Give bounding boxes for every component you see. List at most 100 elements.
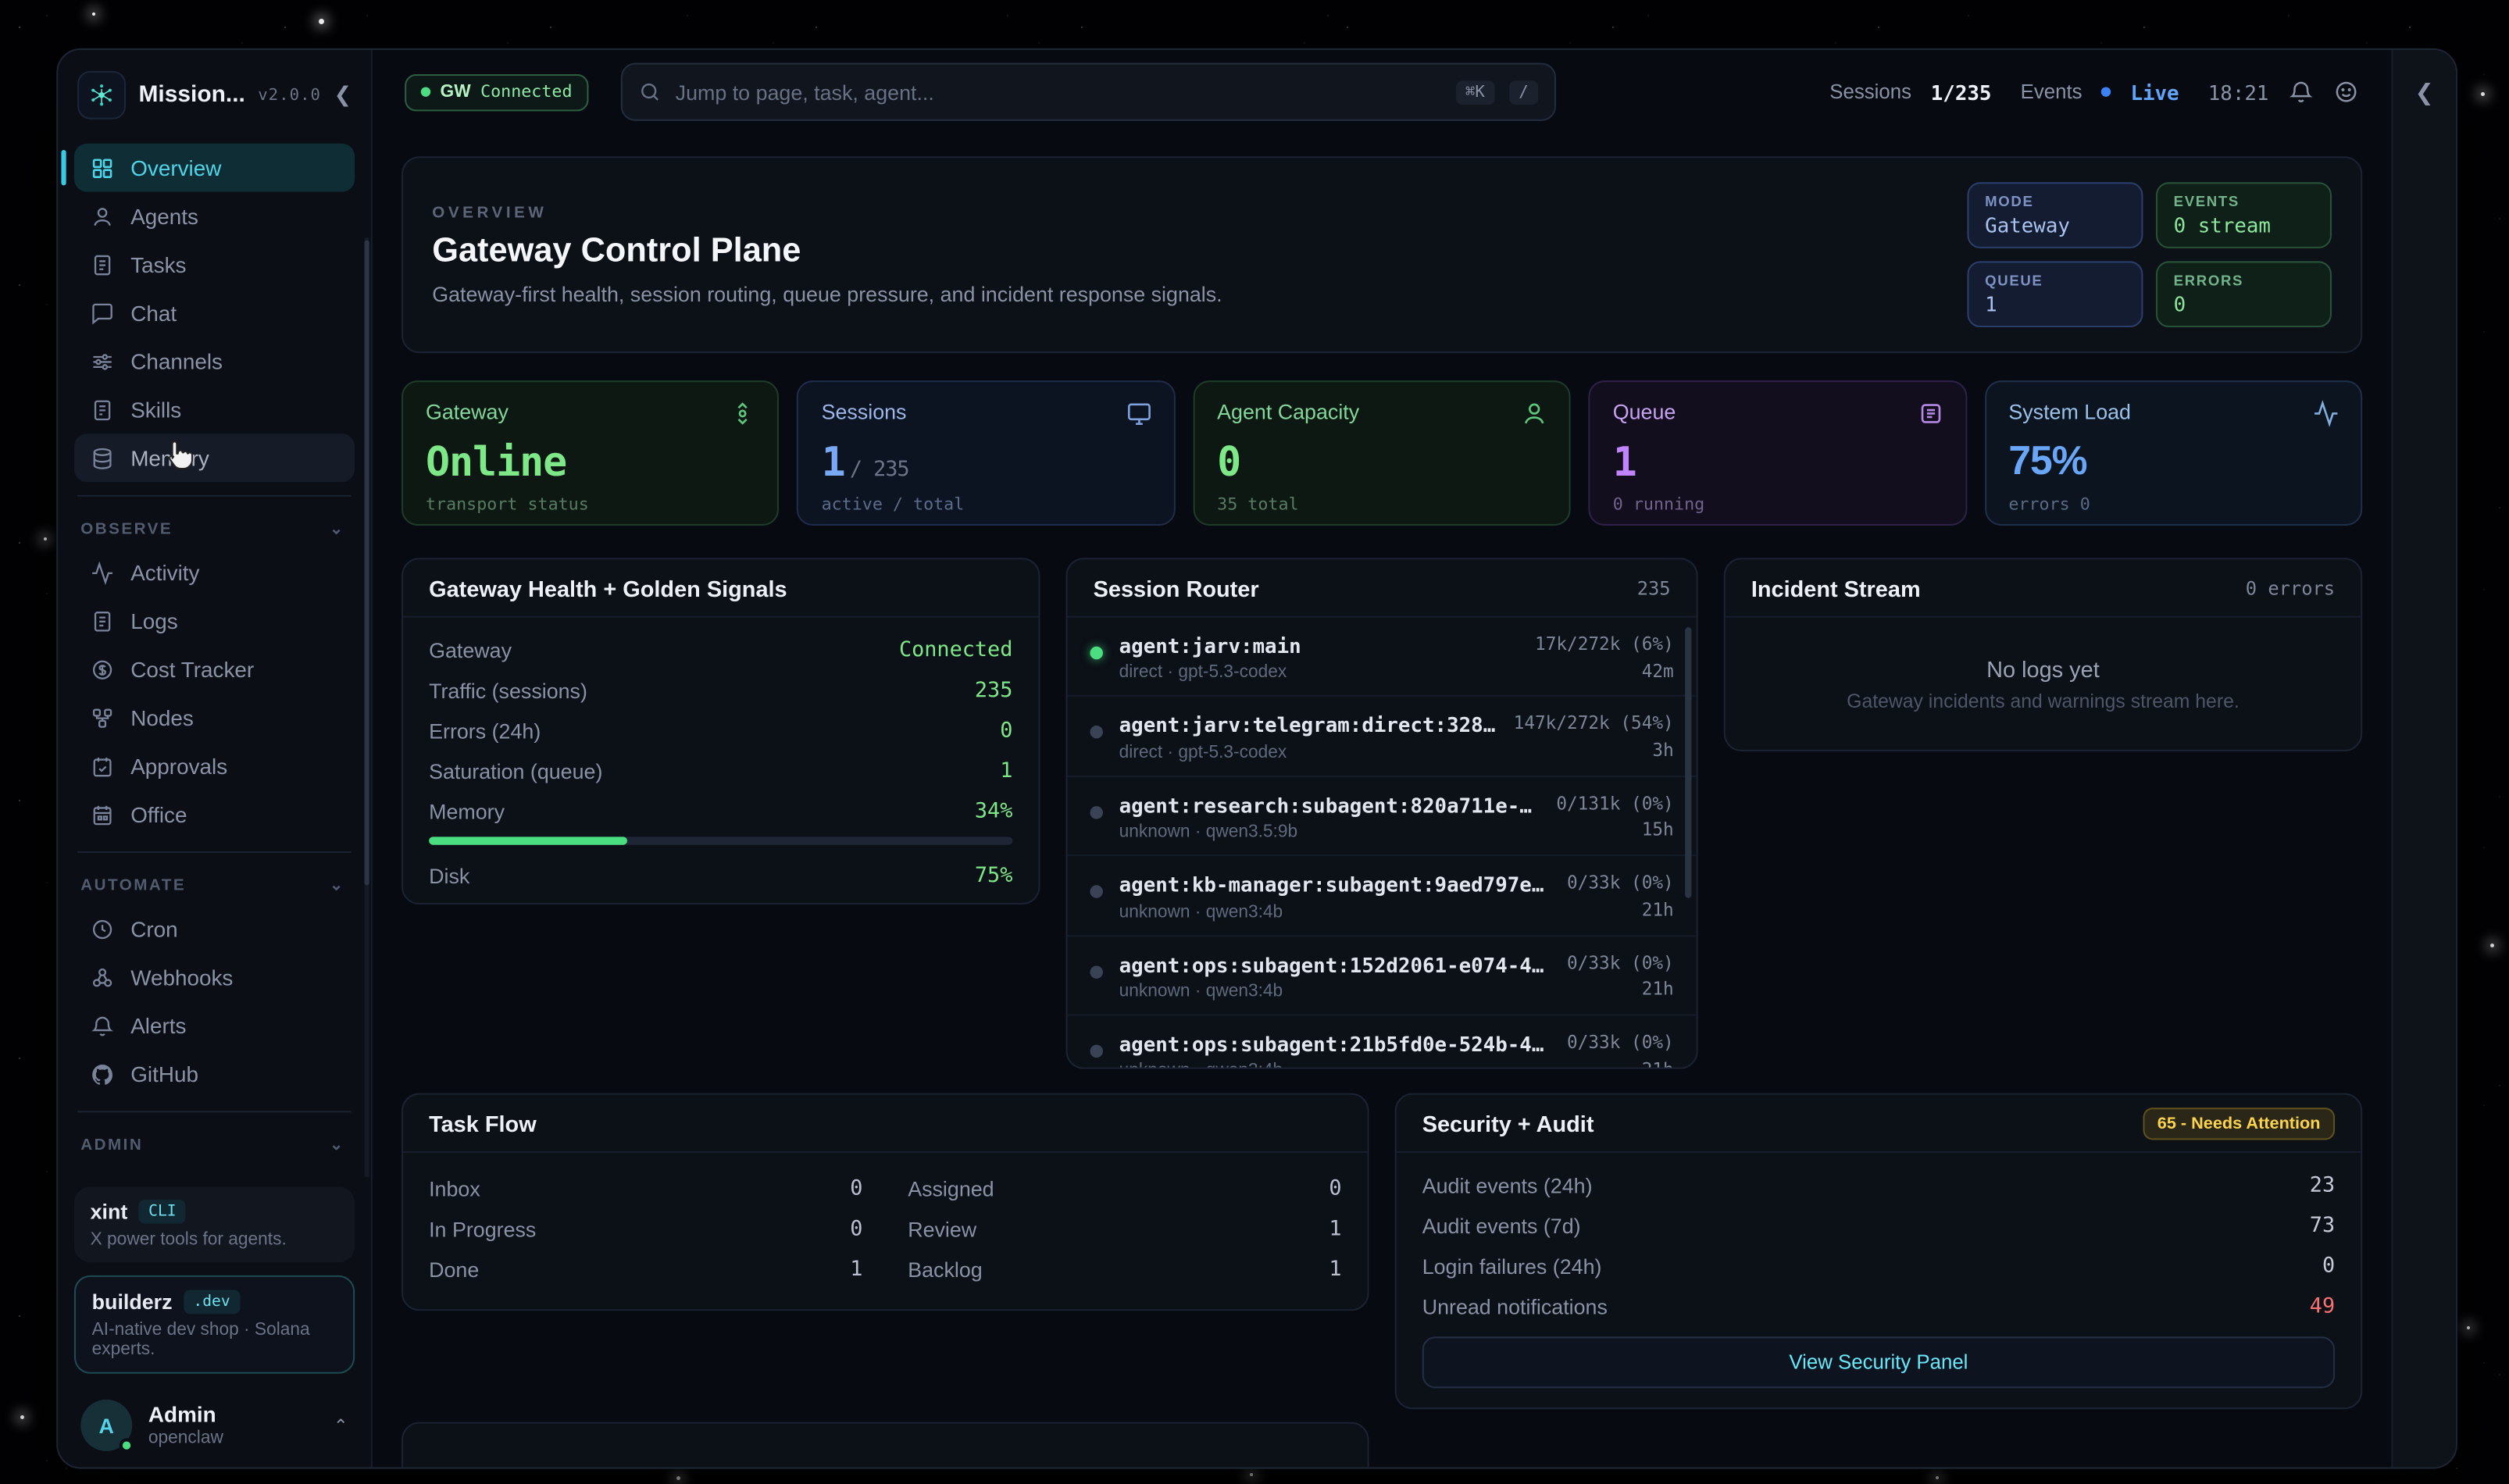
health-row: Traffic (sessions)235 bbox=[429, 671, 1012, 712]
smiley-face-icon[interactable] bbox=[2333, 79, 2359, 105]
chip-mode: MODE Gateway bbox=[1967, 182, 2143, 248]
sidebar-item-overview[interactable]: Overview bbox=[74, 144, 355, 192]
clipped-panel-below-fold bbox=[402, 1422, 1369, 1468]
stat-sub: active / total bbox=[822, 495, 1151, 515]
stat-label: System Load bbox=[2008, 400, 2338, 424]
row-value: 34% bbox=[975, 800, 1012, 824]
sidebar-item-label: Nodes bbox=[130, 705, 194, 730]
live-label: Live bbox=[2130, 80, 2179, 104]
sidebar-item-channels[interactable]: Channels bbox=[74, 337, 355, 385]
user-menu[interactable]: A Admin openclaw ⌃ bbox=[74, 1386, 355, 1451]
sidebar-item-webhooks[interactable]: Webhooks bbox=[74, 953, 355, 1001]
sidebar-item-approvals[interactable]: Approvals bbox=[74, 742, 355, 790]
sidebar-item-tasks[interactable]: Tasks bbox=[74, 241, 355, 289]
global-search[interactable]: ⌘K / bbox=[620, 63, 1555, 121]
section-automate[interactable]: AUTOMATE ⌄ bbox=[58, 866, 370, 905]
stat-value: 75% bbox=[2008, 438, 2338, 485]
session-count: 235 bbox=[1637, 576, 1671, 599]
sidebar-item-memory[interactable]: Memory bbox=[74, 433, 355, 482]
right-rail-collapse-chevron-icon[interactable]: ❮ bbox=[2415, 79, 2434, 1467]
session-status-dot bbox=[1090, 806, 1103, 819]
sidebar-item-nodes[interactable]: Nodes bbox=[74, 694, 355, 742]
dollar-circle-icon bbox=[91, 657, 115, 681]
audit-row: Audit events (24h)23 bbox=[1422, 1165, 2335, 1206]
session-id: agent:ops:subagent:152d2061-e074-41fb-8e… bbox=[1119, 949, 1551, 980]
page-subtitle: Gateway-first health, session routing, q… bbox=[432, 281, 1222, 305]
session-list: agent:jarv:maindirect · gpt-5.3-codex 17… bbox=[1068, 618, 1697, 1069]
audit-label: Audit events (24h) bbox=[1422, 1174, 1593, 1198]
avatar: A bbox=[80, 1400, 132, 1451]
network-logo-icon bbox=[87, 80, 116, 109]
section-observe[interactable]: OBSERVE ⌄ bbox=[58, 509, 370, 548]
sidebar-footer: xint CLI X power tools for agents. build… bbox=[58, 1177, 370, 1468]
session-row[interactable]: agent:ops:subagent:152d2061-e074-41fb-8e… bbox=[1068, 936, 1697, 1015]
divider bbox=[77, 495, 352, 497]
session-usage: 0/33k (0%) bbox=[1567, 949, 1674, 979]
promo-card-builderz[interactable]: builderz .dev AI-native dev shop · Solan… bbox=[74, 1275, 355, 1374]
promo-desc: AI-native dev shop · Solana experts. bbox=[92, 1321, 337, 1360]
panel-title: Task Flow bbox=[429, 1110, 537, 1136]
search-icon bbox=[638, 80, 661, 103]
sidebar-item-github[interactable]: GitHub bbox=[74, 1050, 355, 1098]
page-content: OVERVIEW Gateway Control Plane Gateway-f… bbox=[373, 134, 2392, 1467]
section-admin[interactable]: ADMIN ⌄ bbox=[58, 1125, 370, 1165]
session-row[interactable]: agent:research:subagent:820a711e-db5b-4e… bbox=[1068, 776, 1697, 856]
session-list-scrollbar-thumb[interactable] bbox=[1685, 627, 1691, 898]
sidebar-scrollbar-thumb[interactable] bbox=[365, 241, 369, 886]
session-meta: unknown · qwen3:4b bbox=[1119, 1061, 1551, 1069]
promo-desc: X power tools for agents. bbox=[91, 1230, 339, 1250]
stat-sub: 35 total bbox=[1217, 495, 1547, 515]
chevron-down-icon: ⌄ bbox=[330, 520, 345, 538]
chip-label: ERRORS bbox=[2174, 273, 2314, 289]
main-area: GW Connected ⌘K / Sessions 1/235 Events … bbox=[373, 50, 2392, 1468]
chevron-up-icon: ⌃ bbox=[334, 1414, 348, 1436]
session-row[interactable]: agent:kb-manager:subagent:9aed797e-723f-… bbox=[1068, 856, 1697, 936]
session-usage: 147k/272k (54%) bbox=[1514, 710, 1674, 740]
sidebar-item-activity[interactable]: Activity bbox=[74, 548, 355, 597]
stat-card-queue: Queue 1 0 running bbox=[1589, 380, 1967, 526]
sidebar-item-label: Webhooks bbox=[130, 965, 233, 989]
row-label: Traffic (sessions) bbox=[429, 679, 587, 703]
session-usage: 0/131k (0%) bbox=[1556, 790, 1673, 820]
row-value: 1 bbox=[1000, 759, 1012, 783]
sidebar-item-cron[interactable]: Cron bbox=[74, 904, 355, 953]
sidebar-item-label: GitHub bbox=[130, 1061, 198, 1086]
section-label: AUTOMATE bbox=[80, 876, 186, 894]
promo-name: builderz bbox=[92, 1290, 173, 1314]
search-input[interactable] bbox=[676, 80, 1441, 104]
sidebar-header: Mission... v2.0.0 ❮ bbox=[58, 50, 370, 141]
promo-card-xint[interactable]: xint CLI X power tools for agents. bbox=[74, 1186, 355, 1262]
view-security-panel-button[interactable]: View Security Panel bbox=[1422, 1336, 2335, 1388]
session-row[interactable]: agent:ops:subagent:21b5fd0e-524b-48f0-99… bbox=[1068, 1015, 1697, 1068]
sidebar-item-agents[interactable]: Agents bbox=[74, 192, 355, 241]
kbd-slash: / bbox=[1509, 80, 1538, 104]
session-age: 15h bbox=[1556, 820, 1673, 841]
sidebar-item-cost-tracker[interactable]: Cost Tracker bbox=[74, 645, 355, 694]
notifications-bell-icon[interactable] bbox=[2288, 79, 2314, 105]
calendar-icon bbox=[91, 802, 115, 826]
right-rail: ❮ bbox=[2391, 50, 2456, 1468]
sidebar-collapse-chevron-icon[interactable]: ❮ bbox=[334, 82, 352, 108]
needs-attention-badge: 65 - Needs Attention bbox=[2143, 1107, 2335, 1139]
sidebar-item-skills[interactable]: Skills bbox=[74, 385, 355, 433]
section-label: ADMIN bbox=[80, 1136, 143, 1154]
session-row[interactable]: agent:jarv:telegram:direct:328940762dire… bbox=[1068, 697, 1697, 777]
sidebar-item-label: Logs bbox=[130, 608, 177, 633]
sidebar-item-security[interactable]: Security bbox=[74, 1164, 355, 1177]
sidebar-item-logs[interactable]: Logs bbox=[74, 597, 355, 645]
memory-progress-fill bbox=[429, 837, 627, 844]
chip-value: Gateway bbox=[1985, 212, 2125, 237]
webhook-icon bbox=[91, 965, 115, 989]
session-id: agent:research:subagent:820a711e-db5b-4e… bbox=[1119, 790, 1540, 821]
sidebar-item-office[interactable]: Office bbox=[74, 790, 355, 839]
session-status-dot bbox=[1090, 647, 1103, 660]
stat-card-gateway: Gateway Online transport status bbox=[402, 380, 780, 526]
task-cell: Review1 bbox=[908, 1209, 1341, 1250]
sidebar-item-alerts[interactable]: Alerts bbox=[74, 1001, 355, 1050]
bell-icon bbox=[91, 1013, 115, 1037]
sidebar-item-chat[interactable]: Chat bbox=[74, 289, 355, 337]
session-row[interactable]: agent:jarv:maindirect · gpt-5.3-codex 17… bbox=[1068, 618, 1697, 697]
promo-badge: .dev bbox=[184, 1290, 240, 1314]
chip-label: EVENTS bbox=[2174, 194, 2314, 210]
topbar-status-cluster: Sessions 1/235 Events Live 18:21 bbox=[1829, 79, 2359, 105]
